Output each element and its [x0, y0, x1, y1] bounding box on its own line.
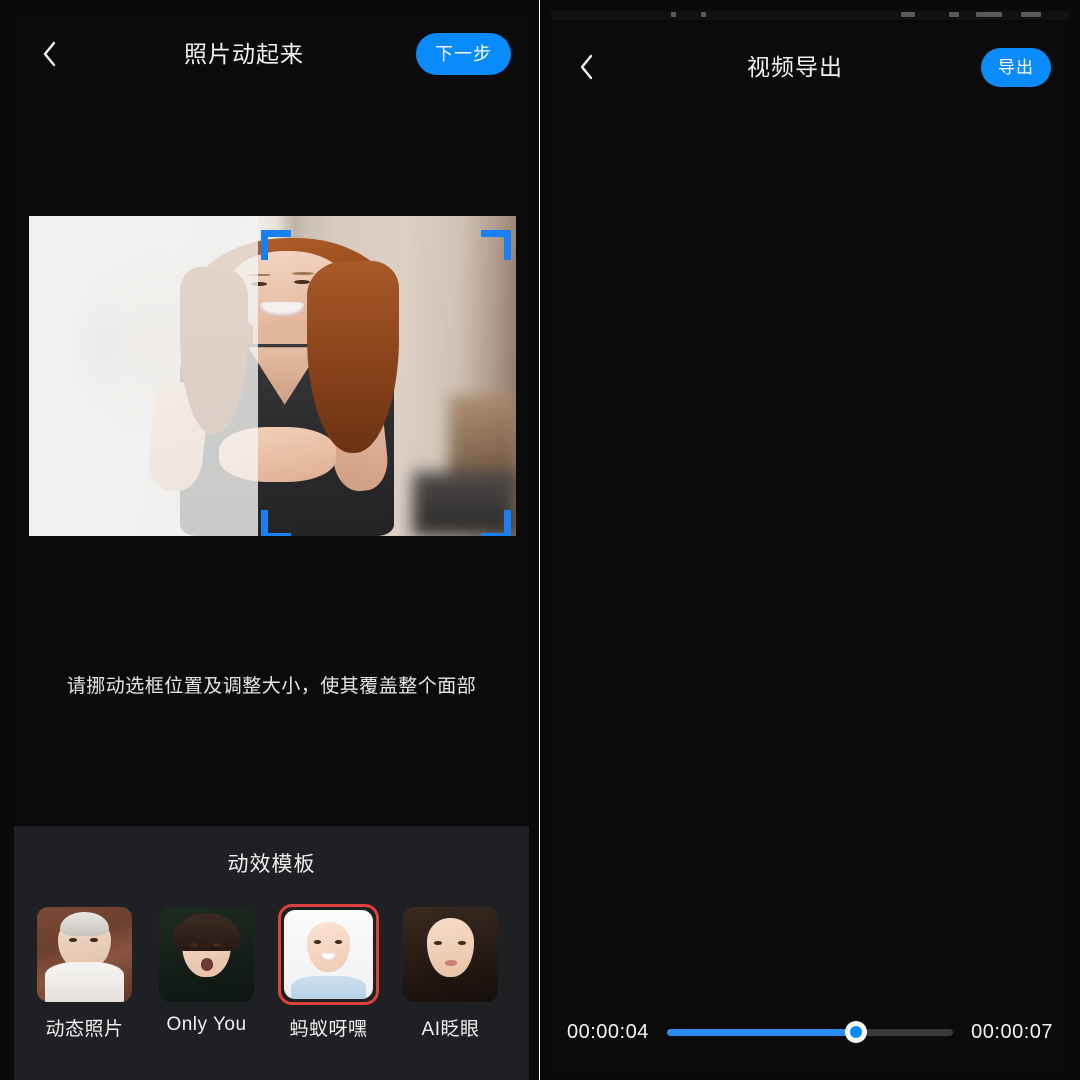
player-controls: 00:00:04 00:00:07 — [551, 1005, 1069, 1059]
thumb-eye-right — [458, 941, 466, 945]
template-list: 动态照片 Only You 蚂蚁呀嘿 AI眨眼 — [14, 904, 529, 1041]
back-button[interactable] — [569, 50, 603, 84]
template-label: AI眨眼 — [421, 1019, 480, 1040]
template-label: Only You — [166, 1014, 247, 1035]
crop-hint-text: 请挪动选框位置及调整大小，使其覆盖整个面部 — [66, 676, 477, 697]
subject-eye-left — [250, 281, 267, 286]
thumb-eye-left — [434, 941, 442, 945]
thumb-eye-right — [213, 943, 221, 947]
slider-thumb[interactable] — [844, 1021, 867, 1043]
left-phone-panel: 照片动起来 下一步 请挪动选框位置及调整大小，使其覆盖整个面部 动效模板 动态照… — [0, 0, 540, 1080]
template-item-mayiyahei[interactable]: 蚂蚁呀嘿 — [278, 904, 379, 1041]
next-step-button[interactable]: 下一步 — [416, 33, 511, 75]
status-bar-glyph — [671, 12, 676, 17]
thumb-eye-left — [69, 938, 77, 943]
page-title: 照片动起来 — [184, 40, 304, 67]
photo-crop-stage[interactable] — [29, 216, 516, 536]
template-item-ai-zhayan[interactable]: AI眨眼 — [400, 904, 501, 1041]
thumb-eye-right — [90, 938, 98, 943]
subject-eyebrow-right — [291, 272, 315, 275]
export-button[interactable]: 导出 — [981, 47, 1051, 87]
template-thumbnail — [159, 907, 254, 1002]
template-thumb-frame — [400, 904, 501, 1005]
thumb-shirt — [291, 975, 366, 999]
status-bar — [551, 11, 1069, 20]
template-thumbnail — [403, 907, 498, 1002]
left-phone-screen: 照片动起来 下一步 请挪动选框位置及调整大小，使其覆盖整个面部 动效模板 动态照… — [14, 11, 529, 1080]
template-tray: 动效模板 动态照片 Only You 蚂蚁呀嘿 AI眨眼 — [14, 826, 529, 1080]
screenshot-root: 照片动起来 下一步 请挪动选框位置及调整大小，使其覆盖整个面部 动效模板 动态照… — [0, 0, 1080, 1080]
thumb-eye-right — [334, 940, 342, 944]
template-label: 蚂蚁呀嘿 — [289, 1019, 368, 1040]
status-bar-glyph — [1021, 12, 1041, 17]
thumb-eye-left — [190, 943, 198, 947]
subject-hands — [218, 427, 336, 482]
photo-chair-blur — [412, 472, 516, 536]
page-title: 视频导出 — [747, 53, 843, 80]
right-phone-panel: 视频导出 导出 00:00:04 00:00:07 — [540, 0, 1080, 1080]
status-bar-glyph — [949, 12, 959, 17]
thumb-lips — [444, 960, 458, 966]
current-time-label: 00:00:04 — [567, 1020, 649, 1043]
chevron-left-icon — [41, 40, 58, 68]
total-time-label: 00:00:07 — [971, 1020, 1053, 1043]
thumb-smile — [321, 952, 336, 961]
status-bar-glyph — [901, 12, 915, 17]
right-phone-screen: 视频导出 导出 00:00:04 00:00:07 — [551, 11, 1069, 1073]
template-tray-title: 动效模板 — [227, 853, 316, 876]
right-header: 视频导出 导出 — [551, 35, 1069, 99]
template-thumb-frame — [156, 904, 257, 1005]
status-bar-glyph — [976, 12, 1002, 17]
playback-slider[interactable] — [666, 1021, 954, 1043]
template-label: 动态照片 — [45, 1019, 124, 1040]
template-item-dongtai-zhaopian[interactable]: 动态照片 — [34, 904, 135, 1041]
slider-fill — [666, 1028, 856, 1036]
left-header: 照片动起来 下一步 — [14, 22, 529, 86]
thumb-hair — [59, 911, 110, 937]
thumb-eye-left — [314, 940, 322, 944]
template-thumb-frame-selected — [278, 904, 379, 1005]
back-button[interactable] — [32, 37, 66, 71]
template-thumb-frame — [34, 904, 135, 1005]
thumb-mouth — [200, 958, 214, 971]
chevron-left-icon — [578, 53, 595, 81]
template-item-only-you[interactable]: Only You — [156, 904, 257, 1041]
template-thumbnail — [37, 907, 132, 1002]
template-thumbnail — [284, 910, 373, 999]
status-bar-glyph — [701, 12, 706, 17]
